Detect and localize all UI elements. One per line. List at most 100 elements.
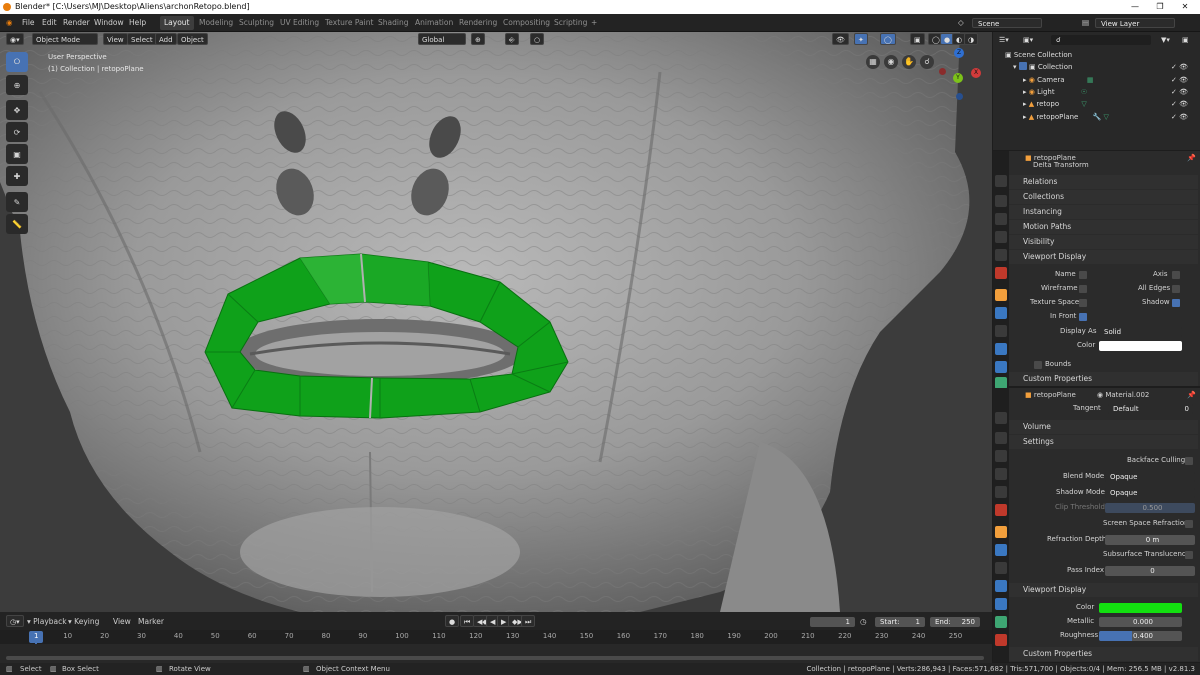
visibility-eye-icon[interactable]: ✓ 👁 — [1171, 111, 1188, 123]
timeline-menu-view[interactable]: View — [113, 616, 131, 628]
wireframe-checkbox[interactable] — [1079, 285, 1087, 293]
gizmo-x-axis[interactable]: X — [971, 68, 981, 78]
outliner-item-light[interactable]: ▸ ◉ Light ☉ — [1023, 86, 1087, 98]
material-custom-properties-section[interactable]: Custom Properties — [1009, 647, 1198, 661]
3d-viewport[interactable] — [0, 32, 992, 612]
gizmo-y-axis[interactable]: Y — [953, 73, 963, 83]
end-frame-field[interactable]: End: 250 — [930, 617, 980, 627]
outliner-filter-dropdown[interactable]: ▣▾ — [1023, 34, 1033, 46]
shadow-checkbox[interactable] — [1172, 299, 1180, 307]
motion-paths-section[interactable]: Motion Paths — [1009, 220, 1198, 234]
cursor-tool-icon[interactable]: ⊕ — [6, 75, 28, 95]
editor-type-icon[interactable]: ◉▾ — [6, 33, 24, 45]
backface-culling-checkbox[interactable] — [1185, 457, 1193, 465]
viewport-menu-add[interactable]: Add — [155, 33, 177, 45]
timeline[interactable]: ◷▾ ▾ Playback ▾ Keying View Marker ● ⏮ ◀… — [0, 612, 992, 664]
blend-mode-dropdown[interactable]: Opaque — [1105, 472, 1195, 482]
pin-icon[interactable]: 📌 — [1187, 153, 1196, 164]
refraction-depth-field[interactable]: 0 m — [1105, 535, 1195, 545]
new-collection-icon[interactable]: ▣ — [1182, 34, 1189, 46]
visibility-eye-icon[interactable]: ✓ 👁 — [1171, 86, 1188, 98]
menu-edit[interactable]: Edit — [42, 17, 57, 29]
clip-threshold-field[interactable]: 0.500 — [1105, 503, 1195, 513]
outliner-item-retopoplane[interactable]: ▸ ▲ retopoPlane 🔧 ▽ — [1023, 111, 1109, 123]
view-layer-tab-icon[interactable] — [995, 468, 1007, 480]
add-workspace-icon[interactable]: + — [591, 17, 597, 29]
shading-rendered-icon[interactable]: ◑ — [964, 33, 979, 45]
collections-section[interactable]: Collections — [1009, 190, 1198, 204]
outliner-item-camera[interactable]: ▸ ◉ Camera ▦ — [1023, 74, 1093, 86]
view-layer-icon[interactable]: ▤ — [1082, 17, 1089, 29]
maximize-button[interactable]: ❐ — [1150, 0, 1170, 14]
view-layer-tab-icon[interactable] — [995, 231, 1007, 243]
pin-icon[interactable]: 📌 — [1187, 390, 1196, 401]
close-button[interactable]: ✕ — [1175, 0, 1195, 14]
settings-section[interactable]: Settings — [1009, 435, 1198, 449]
menu-render[interactable]: Render — [63, 17, 90, 29]
tab-shading[interactable]: Shading — [374, 16, 412, 30]
camera-view-icon[interactable]: ▦ — [866, 55, 880, 69]
tangent-dropdown[interactable]: Default 0 — [1108, 404, 1193, 414]
visibility-eye-icon[interactable]: ✓ 👁 — [1171, 98, 1188, 110]
minimize-button[interactable]: — — [1125, 0, 1145, 14]
modifier-tab-icon[interactable] — [995, 544, 1007, 556]
annotate-tool-icon[interactable]: ✎ — [6, 192, 28, 212]
transform-tool-icon[interactable]: ✚ — [6, 166, 28, 186]
gizmo-neg-x[interactable] — [939, 68, 946, 75]
tab-scripting[interactable]: Scripting — [550, 16, 591, 30]
overlay-toggle-icon[interactable]: ◯ — [880, 33, 896, 45]
outliner-editor-icon[interactable]: ☰▾ — [999, 34, 1009, 46]
scene-field[interactable]: Scene — [972, 18, 1042, 28]
volume-section[interactable]: Volume — [1009, 420, 1198, 434]
record-button[interactable]: ● — [445, 615, 460, 627]
tab-compositing[interactable]: Compositing — [499, 16, 554, 30]
world-tab-icon[interactable] — [995, 267, 1007, 279]
tab-uv-editing[interactable]: UV Editing — [276, 16, 323, 30]
bounds-checkbox[interactable] — [1034, 361, 1042, 369]
tab-texture-paint[interactable]: Texture Paint — [321, 16, 377, 30]
shadow-mode-dropdown[interactable]: Opaque — [1105, 488, 1195, 498]
scene-icon[interactable]: ◇ — [958, 17, 964, 29]
viewport-menu-select[interactable]: Select — [127, 33, 157, 45]
modifier-tab-icon[interactable] — [995, 307, 1007, 319]
constraints-tab-icon[interactable] — [995, 361, 1007, 373]
mode-dropdown[interactable]: Object Mode — [32, 33, 98, 45]
measure-tool-icon[interactable]: 📏 — [6, 214, 28, 234]
metallic-slider[interactable]: 0.000 — [1099, 617, 1182, 627]
timeline-menu-playback[interactable]: ▾ Playback — [27, 616, 67, 628]
snap-icon[interactable]: ⎆ — [505, 33, 519, 45]
axis-checkbox[interactable] — [1172, 271, 1180, 279]
filter-icon[interactable]: ▼▾ — [1161, 34, 1170, 46]
tab-animation[interactable]: Animation — [411, 16, 457, 30]
outliner-item-retopo[interactable]: ▸ ▲ retopo ▽ — [1023, 98, 1087, 110]
object-tab-icon[interactable] — [995, 289, 1007, 301]
name-checkbox[interactable] — [1079, 271, 1087, 279]
clock-icon[interactable]: ◷ — [860, 616, 867, 628]
gizmo-z-axis[interactable]: Z — [954, 48, 964, 58]
scene-tab-icon[interactable] — [995, 249, 1007, 261]
visibility-eye-icon[interactable]: ✓ 👁 — [1171, 74, 1188, 86]
scene-collection-row[interactable]: ▣ Scene Collection — [1005, 49, 1072, 61]
data-tab-icon[interactable] — [995, 616, 1007, 628]
render-tab-icon[interactable] — [995, 195, 1007, 207]
sst-checkbox[interactable] — [1185, 551, 1193, 559]
timeline-editor-icon[interactable]: ◷▾ — [6, 615, 24, 627]
blender-menu-icon[interactable]: ◉ — [6, 17, 13, 29]
world-tab-icon[interactable] — [995, 504, 1007, 516]
visibility-section[interactable]: Visibility — [1009, 235, 1198, 249]
tool-tab-icon[interactable] — [995, 175, 1007, 187]
relations-section[interactable]: Relations — [1009, 175, 1198, 189]
timeline-menu-keying[interactable]: ▾ Keying — [68, 616, 99, 628]
pan-hand-icon[interactable]: ✋ — [902, 55, 916, 69]
select-box-tool-icon[interactable]: ⭘ — [6, 52, 28, 72]
material-viewport-display-section[interactable]: Viewport Display — [1009, 583, 1198, 597]
view-layer-field[interactable]: View Layer — [1095, 18, 1175, 28]
navigation-gizmo[interactable]: Z X Y — [935, 48, 985, 100]
tab-layout[interactable]: Layout — [160, 16, 194, 30]
tool-tab-icon[interactable] — [995, 412, 1007, 424]
start-frame-field[interactable]: Start: 1 — [875, 617, 925, 627]
physics-tab-icon[interactable] — [995, 343, 1007, 355]
output-tab-icon[interactable] — [995, 450, 1007, 462]
roughness-slider[interactable]: 0.400 — [1099, 631, 1182, 641]
material-color-swatch[interactable] — [1099, 603, 1182, 613]
